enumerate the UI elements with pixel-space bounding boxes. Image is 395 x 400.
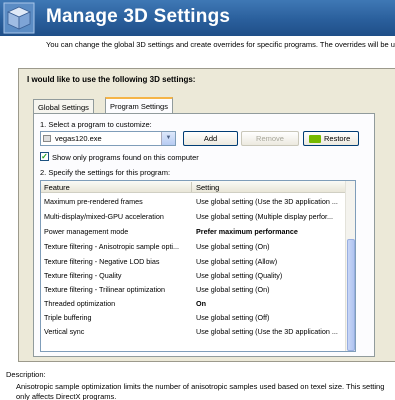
setting-cell[interactable]: Use global setting (Use the 3D applicati…: [196, 197, 344, 206]
table-row[interactable]: Maximum pre-rendered frames Use global s…: [41, 195, 346, 207]
description-text: Anisotropic sample optimization limits t…: [16, 382, 385, 400]
show-only-checkbox-label: Show only programs found on this compute…: [52, 153, 199, 162]
settings-table: Feature Setting Maximum pre-rendered fra…: [40, 180, 356, 352]
setting-cell[interactable]: Use global setting (Use the 3D applicati…: [196, 327, 344, 336]
feature-cell: Vertical sync: [44, 327, 85, 336]
show-only-checkbox[interactable]: ✓: [40, 152, 49, 161]
chevron-down-icon[interactable]: ▼: [161, 132, 175, 145]
nvidia-logo-icon: [309, 135, 321, 143]
table-row[interactable]: Texture filtering - Negative LOD bias Us…: [41, 255, 346, 267]
feature-cell: Texture filtering - Anisotropic sample o…: [44, 242, 180, 251]
tab-global-settings[interactable]: Global Settings: [33, 99, 94, 114]
setting-cell[interactable]: Use global setting (Off): [196, 313, 344, 322]
table-row[interactable]: Power management mode Prefer maximum per…: [41, 225, 346, 237]
setting-cell[interactable]: Use global setting (Multiple display per…: [196, 212, 344, 221]
tab-program-settings[interactable]: Program Settings: [105, 97, 173, 114]
setting-cell[interactable]: Use global setting (Quality): [196, 271, 344, 280]
restore-button[interactable]: Restore: [303, 131, 359, 146]
table-row[interactable]: Vertical sync Use global setting (Use th…: [41, 325, 346, 337]
restore-button-label: Restore: [324, 134, 351, 143]
setting-cell[interactable]: Use global setting (On): [196, 285, 344, 294]
table-header: Feature Setting: [41, 181, 346, 193]
feature-cell: Power management mode: [44, 227, 129, 236]
column-divider[interactable]: [191, 182, 192, 192]
column-header-feature[interactable]: Feature: [44, 183, 70, 192]
feature-cell: Texture filtering - Negative LOD bias: [44, 257, 160, 266]
add-button[interactable]: Add: [183, 131, 238, 146]
description-label: Description:: [6, 370, 46, 379]
select-program-label: 1. Select a program to customize:: [40, 120, 152, 129]
feature-cell: Multi-display/mixed-GPU acceleration: [44, 212, 164, 221]
column-header-setting[interactable]: Setting: [196, 183, 219, 192]
feature-cell: Texture filtering - Trilinear optimizati…: [44, 285, 166, 294]
header-bar: Manage 3D Settings: [0, 0, 395, 36]
table-row[interactable]: Triple buffering Use global setting (Off…: [41, 311, 346, 323]
table-row[interactable]: Threaded optimization On: [41, 297, 346, 309]
program-select[interactable]: vegas120.exe ▼: [40, 131, 176, 146]
vertical-scrollbar[interactable]: [345, 181, 355, 351]
program-select-value: vegas120.exe: [55, 134, 102, 143]
setting-cell[interactable]: On: [196, 299, 344, 308]
intro-text: You can change the global 3D settings an…: [46, 40, 395, 49]
page-title: Manage 3D Settings: [46, 6, 231, 27]
program-icon: [43, 135, 51, 142]
scrollbar-thumb[interactable]: [347, 239, 355, 351]
remove-button[interactable]: Remove: [241, 131, 299, 146]
nvidia-3d-cube-icon: [3, 2, 35, 34]
table-row[interactable]: Texture filtering - Anisotropic sample o…: [41, 240, 346, 252]
table-row[interactable]: Texture filtering - Quality Use global s…: [41, 269, 346, 281]
setting-cell[interactable]: Use global setting (Allow): [196, 257, 344, 266]
specify-settings-label: 2. Specify the settings for this program…: [40, 168, 171, 177]
setting-cell[interactable]: Prefer maximum performance: [196, 227, 344, 236]
panel-title: I would like to use the following 3D set…: [27, 75, 196, 84]
feature-cell: Texture filtering - Quality: [44, 271, 122, 280]
table-row[interactable]: Multi-display/mixed-GPU acceleration Use…: [41, 210, 346, 222]
feature-cell: Maximum pre-rendered frames: [44, 197, 143, 206]
feature-cell: Triple buffering: [44, 313, 92, 322]
setting-cell[interactable]: Use global setting (On): [196, 242, 344, 251]
table-row[interactable]: Texture filtering - Trilinear optimizati…: [41, 283, 346, 295]
feature-cell: Threaded optimization: [44, 299, 116, 308]
